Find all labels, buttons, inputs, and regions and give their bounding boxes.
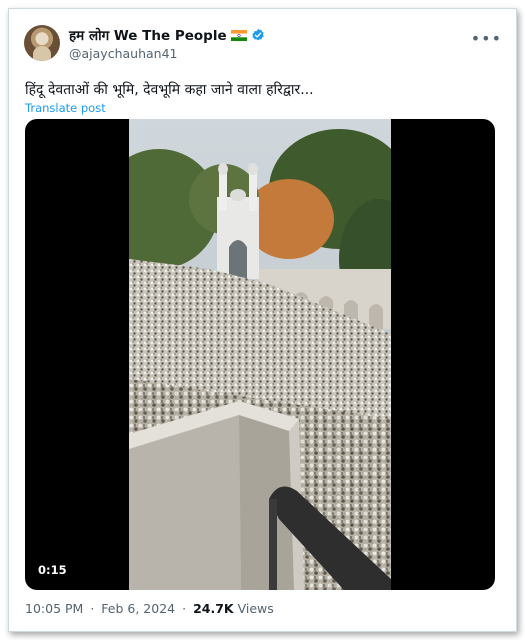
- tweet-meta: 10:05 PM · Feb 6, 2024 · 24.7K Views: [25, 601, 274, 616]
- meta-separator-2: ·: [182, 601, 187, 616]
- video-thumbnail: [129, 119, 391, 590]
- views-label: Views: [237, 601, 274, 616]
- india-flag-icon: [230, 29, 247, 41]
- translate-post-link[interactable]: Translate post: [25, 101, 106, 115]
- meta-separator: ·: [90, 601, 95, 616]
- post-time[interactable]: 10:05 PM: [25, 601, 83, 616]
- video-player[interactable]: 0:15: [25, 119, 495, 590]
- verified-badge-icon[interactable]: [251, 28, 265, 42]
- views-count[interactable]: 24.7K: [193, 601, 234, 616]
- author-handle[interactable]: @ajaychauhan41: [69, 46, 177, 61]
- more-options-icon[interactable]: •••: [471, 29, 502, 48]
- author-name-row: हम लोग We The People: [69, 26, 265, 44]
- tweet-text: हिंदू देवताओं की भूमि, देवभूमि कहा जाने …: [25, 82, 314, 98]
- video-duration: 0:15: [34, 561, 71, 579]
- author-display-name[interactable]: हम लोग We The People: [69, 26, 227, 44]
- tweet-header: हम लोग We The People @ajaychauhan41 •••: [24, 23, 504, 67]
- post-date[interactable]: Feb 6, 2024: [101, 601, 175, 616]
- avatar[interactable]: [24, 25, 60, 61]
- tweet-card: हम लोग We The People @ajaychauhan41 ••• …: [8, 8, 517, 632]
